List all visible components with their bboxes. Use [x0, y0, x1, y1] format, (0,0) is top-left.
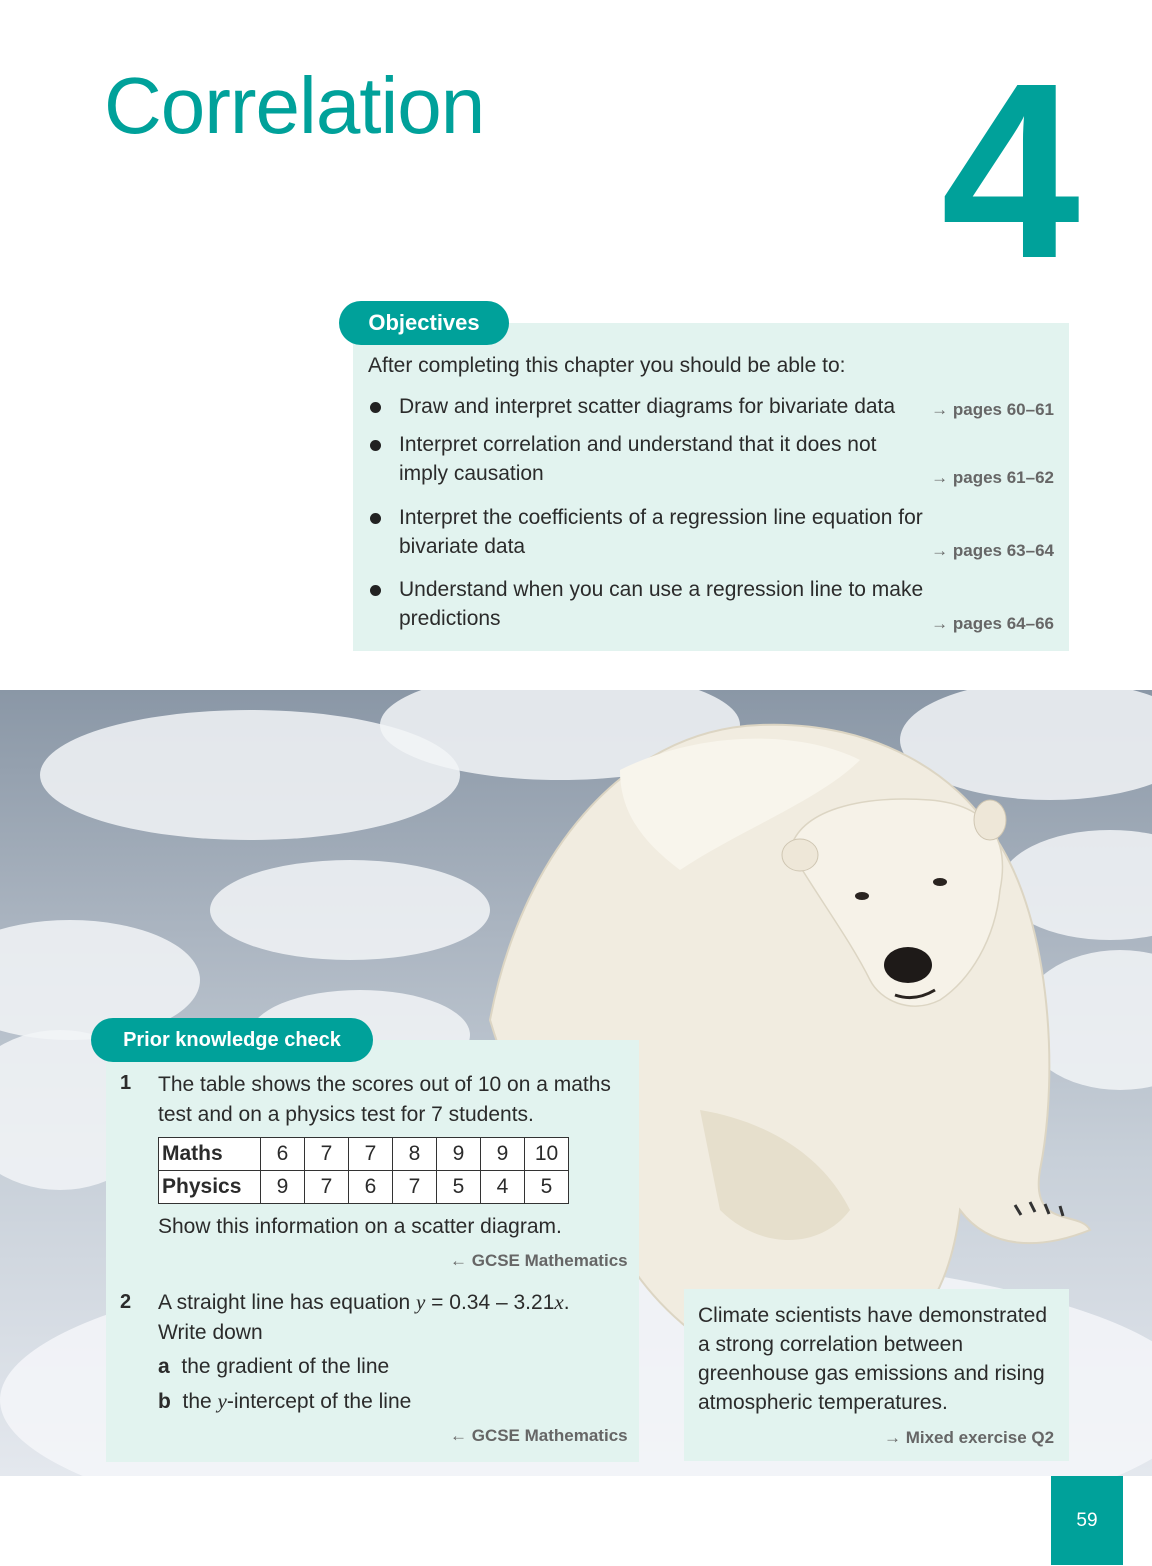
- table-cell: 7: [392, 1170, 437, 1204]
- table-row: Maths 6 7 7 8 9 9 10: [158, 1137, 569, 1171]
- variable-x: x: [554, 1290, 564, 1314]
- chapter-number: 4: [940, 31, 1080, 310]
- question-number: 1: [120, 1072, 132, 1094]
- table-cell: 9: [480, 1137, 525, 1171]
- objective-item: Draw and interpret scatter diagrams for …: [368, 392, 1054, 421]
- objective-text: Understand when you can use a regression…: [399, 578, 924, 630]
- part-text: the: [182, 1390, 218, 1413]
- prior-knowledge-tab: Prior knowledge check: [91, 1018, 373, 1062]
- bullet-icon: [370, 440, 381, 451]
- objective-text: Interpret correlation and understand tha…: [399, 433, 877, 485]
- objectives-intro: After completing this chapter you should…: [368, 354, 846, 377]
- table-cell: 9: [436, 1137, 481, 1171]
- question-line: Write down: [158, 1321, 263, 1344]
- table-cell: 7: [348, 1137, 393, 1171]
- table-cell: 7: [304, 1137, 349, 1171]
- objective-page-ref: → pages 61–62: [931, 468, 1054, 487]
- objective-item: Understand when you can use a regression…: [368, 575, 1054, 633]
- gcse-reference: ← GCSE Mathematics: [450, 1251, 628, 1270]
- table-row-header: Maths: [158, 1137, 261, 1171]
- gcse-reference: ← GCSE Mathematics: [450, 1426, 628, 1445]
- table-cell: 8: [392, 1137, 437, 1171]
- question-instruction: Show this information on a scatter diagr…: [158, 1215, 562, 1238]
- part-text: the gradient of the line: [181, 1355, 390, 1378]
- question-part-b: b the y-intercept of the line: [158, 1386, 411, 1417]
- question-text-part: = 0.34 – 3.21: [425, 1291, 555, 1314]
- table-cell: 6: [348, 1170, 393, 1204]
- table-cell: 7: [304, 1170, 349, 1204]
- table-row-header: Physics: [158, 1170, 261, 1204]
- question-text-part: A straight line has equation: [158, 1291, 417, 1314]
- chapter-title: Correlation: [104, 61, 485, 150]
- table-cell: 6: [260, 1137, 305, 1171]
- table-cell: 4: [480, 1170, 525, 1204]
- question-text-part: .: [563, 1291, 570, 1314]
- part-label: a: [158, 1355, 170, 1378]
- question-text: The table shows the scores out of 10 on …: [158, 1073, 611, 1126]
- objectives-tab: Objectives: [339, 301, 509, 345]
- question-number: 2: [120, 1291, 132, 1313]
- objective-page-ref: → pages 63–64: [931, 541, 1054, 560]
- objective-page-ref: → pages 64–66: [931, 614, 1054, 633]
- table-cell: 9: [260, 1170, 305, 1204]
- objective-text: Draw and interpret scatter diagrams for …: [399, 395, 896, 418]
- table-cell: 10: [524, 1137, 569, 1171]
- objective-text: Interpret the coefficients of a regressi…: [399, 506, 923, 558]
- page-number: 59: [1051, 1476, 1123, 1565]
- scores-table: Maths 6 7 7 8 9 9 10 Physics 9 7 6 7 5 4…: [158, 1137, 569, 1204]
- bullet-icon: [370, 585, 381, 596]
- variable-y: y: [217, 1389, 227, 1413]
- table-row: Physics 9 7 6 7 5 4 5: [158, 1170, 569, 1204]
- objective-item: Interpret correlation and understand tha…: [368, 430, 1054, 488]
- variable-y: y: [416, 1290, 426, 1314]
- question-part-a: a the gradient of the line: [158, 1352, 389, 1382]
- part-label: b: [158, 1390, 171, 1413]
- table-cell: 5: [436, 1170, 481, 1204]
- table-cell: 5: [524, 1170, 569, 1204]
- part-text: -intercept of the line: [226, 1390, 412, 1413]
- objective-item: Interpret the coefficients of a regressi…: [368, 503, 1054, 561]
- bullet-icon: [370, 513, 381, 524]
- question-text: A straight line has equation y = 0.34 – …: [158, 1287, 628, 1348]
- climate-callout-text: Climate scientists have demonstrated a s…: [698, 1304, 1047, 1414]
- mixed-exercise-reference: → Mixed exercise Q2: [884, 1428, 1055, 1447]
- bullet-icon: [370, 402, 381, 413]
- objective-page-ref: → pages 60–61: [931, 400, 1054, 419]
